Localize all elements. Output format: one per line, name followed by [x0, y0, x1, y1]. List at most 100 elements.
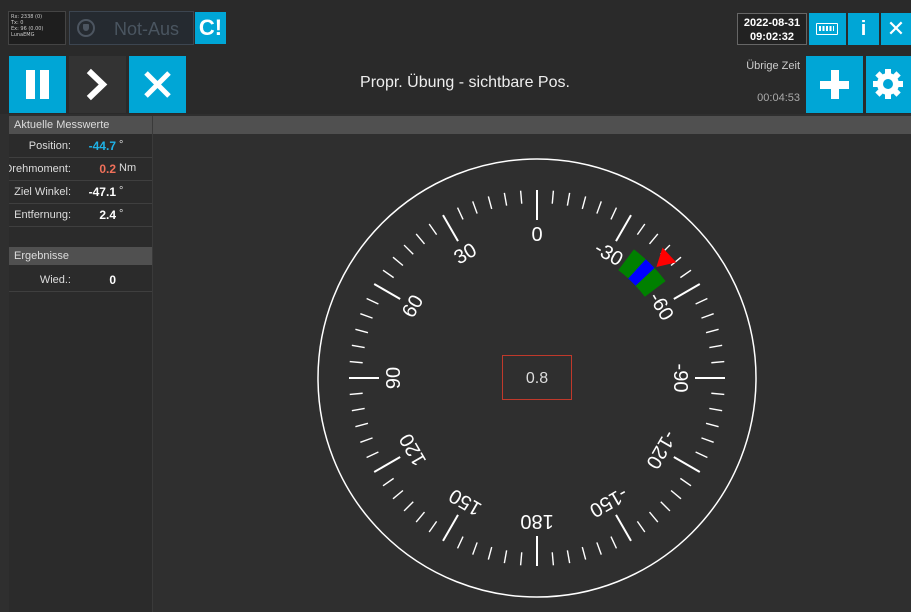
- result-value: 0: [109, 273, 116, 287]
- gauge-tick: [648, 511, 659, 523]
- measurement-unit: Nm: [119, 162, 137, 174]
- center-value-box: 0.8: [502, 355, 572, 400]
- gauge-tick: [351, 344, 365, 349]
- measurements-sidebar: Aktuelle Messwerte Position: -44.7 ° Dre…: [9, 116, 153, 612]
- measurement-row-position: Position: -44.7 °: [9, 135, 152, 158]
- gauge-tick: [503, 550, 508, 564]
- gauge-tick: [442, 514, 459, 542]
- gauge-tick: [403, 244, 414, 255]
- pause-button[interactable]: [9, 56, 66, 113]
- keyboard-icon: [816, 23, 838, 35]
- plus-icon: [820, 70, 849, 99]
- gauge-tick: [695, 451, 708, 459]
- gauge-tick: [503, 192, 508, 206]
- gear-icon: [873, 69, 903, 99]
- gauge-tick: [679, 477, 692, 487]
- diagnostics-box: Rx: 2338 (0) Tx: 0 Ex: 96 (0.00) LunaEMG: [8, 11, 66, 45]
- gauge-tick: [615, 214, 632, 242]
- measurement-value: -47.1: [88, 185, 116, 199]
- gauge-tick: [551, 552, 555, 566]
- keyboard-button[interactable]: [809, 13, 846, 45]
- gauge-label: -150: [586, 482, 632, 521]
- measurement-row-distance: Entfernung: 2.4 °: [9, 204, 152, 227]
- gauge-tick: [711, 360, 725, 364]
- measurement-value: 2.4: [99, 208, 116, 222]
- next-button[interactable]: [69, 56, 126, 113]
- gauge-tick: [636, 223, 646, 236]
- gauge-tick: [711, 392, 725, 396]
- gauge-tick: [596, 201, 602, 214]
- gauge-tick: [373, 283, 401, 300]
- gauge-tick: [701, 437, 714, 443]
- diag-line: LunaEMG: [11, 32, 35, 38]
- gauge-tick: [360, 313, 373, 319]
- gauge-tick: [456, 207, 464, 220]
- gauge-tick: [392, 256, 404, 267]
- gauge-tick: [360, 437, 373, 443]
- measurement-label: Entfernung:: [14, 209, 71, 221]
- info-button[interactable]: i: [848, 13, 879, 45]
- gauge-tick: [487, 546, 493, 560]
- measurement-unit: °: [119, 139, 124, 151]
- gauge-tick: [673, 456, 701, 473]
- gauge-tick: [428, 520, 438, 533]
- gauge-tick: [695, 297, 708, 305]
- measurement-label: Position:: [28, 140, 71, 152]
- gauge-tick: [701, 313, 714, 319]
- magnet-button[interactable]: C!: [195, 12, 226, 44]
- gauge-label: 60: [398, 291, 428, 321]
- result-row-repetitions: Wied.: 0: [9, 269, 152, 292]
- gauge-label: -90: [669, 364, 691, 393]
- gauge-tick: [472, 542, 478, 555]
- gauge-tick: [373, 456, 401, 473]
- toolbar: Propr. Übung - sichtbare Pos. Übrige Zei…: [0, 46, 911, 114]
- gauge-tick: [648, 233, 659, 245]
- settings-button[interactable]: [866, 56, 911, 113]
- emergency-stop-label: Not-Aus: [114, 19, 180, 39]
- gauge-tick: [349, 360, 363, 364]
- gauge-tick: [456, 536, 464, 549]
- top-bar: Rx: 2338 (0) Tx: 0 Ex: 96 (0.00) LunaEMG…: [0, 0, 911, 46]
- time-text: 09:02:32: [749, 31, 795, 43]
- gauge-tick: [636, 520, 646, 533]
- gauge-tick: [472, 201, 478, 214]
- exercise-title: Propr. Übung - sichtbare Pos.: [360, 74, 570, 91]
- gauge-tick: [581, 546, 587, 560]
- gauge-tick: [709, 407, 723, 412]
- gauge-tick: [349, 392, 363, 396]
- gauge-tick: [487, 196, 493, 210]
- gauge-tick: [442, 214, 459, 242]
- gauge-tick: [355, 422, 369, 428]
- gauge-tick: [679, 269, 692, 279]
- close-app-button[interactable]: ✕: [881, 13, 911, 45]
- remaining-time-value: 00:04:53: [757, 92, 800, 104]
- emergency-stop-indicator: Not-Aus: [69, 11, 194, 45]
- gauge-tick: [551, 190, 555, 204]
- gauge-tick: [670, 489, 682, 500]
- gauge-tick: [519, 552, 523, 566]
- measurement-value: 0.2: [99, 162, 116, 176]
- gauge-label: -60: [644, 288, 678, 324]
- main-header-bar: [153, 116, 911, 134]
- gauge-tick: [566, 550, 571, 564]
- chevron-right-icon: [86, 68, 108, 101]
- gauge-tick: [382, 477, 395, 487]
- gauge-tick: [403, 501, 414, 512]
- gauge-tick: [660, 501, 671, 512]
- section-header-results: Ergebnisse: [9, 247, 152, 265]
- gauge-label: 120: [395, 430, 431, 470]
- gauge-tick: [596, 542, 602, 555]
- stop-button[interactable]: [129, 56, 186, 113]
- gauge-tick: [355, 328, 369, 334]
- add-time-button[interactable]: [806, 56, 863, 113]
- gauge-tick: [366, 451, 379, 459]
- gauge-tick: [615, 514, 632, 542]
- gauge-tick: [610, 536, 618, 549]
- result-label: Wied.:: [39, 274, 71, 286]
- datetime-display: 2022-08-31 09:02:32: [737, 13, 807, 45]
- measurement-row-torque: Drehmoment: 0.2 Nm: [9, 158, 152, 181]
- close-icon: [144, 71, 171, 98]
- gauge-label: 0: [531, 224, 542, 246]
- measurement-row-target-angle: Ziel Winkel: -47.1 °: [9, 181, 152, 204]
- gauge-tick: [366, 297, 379, 305]
